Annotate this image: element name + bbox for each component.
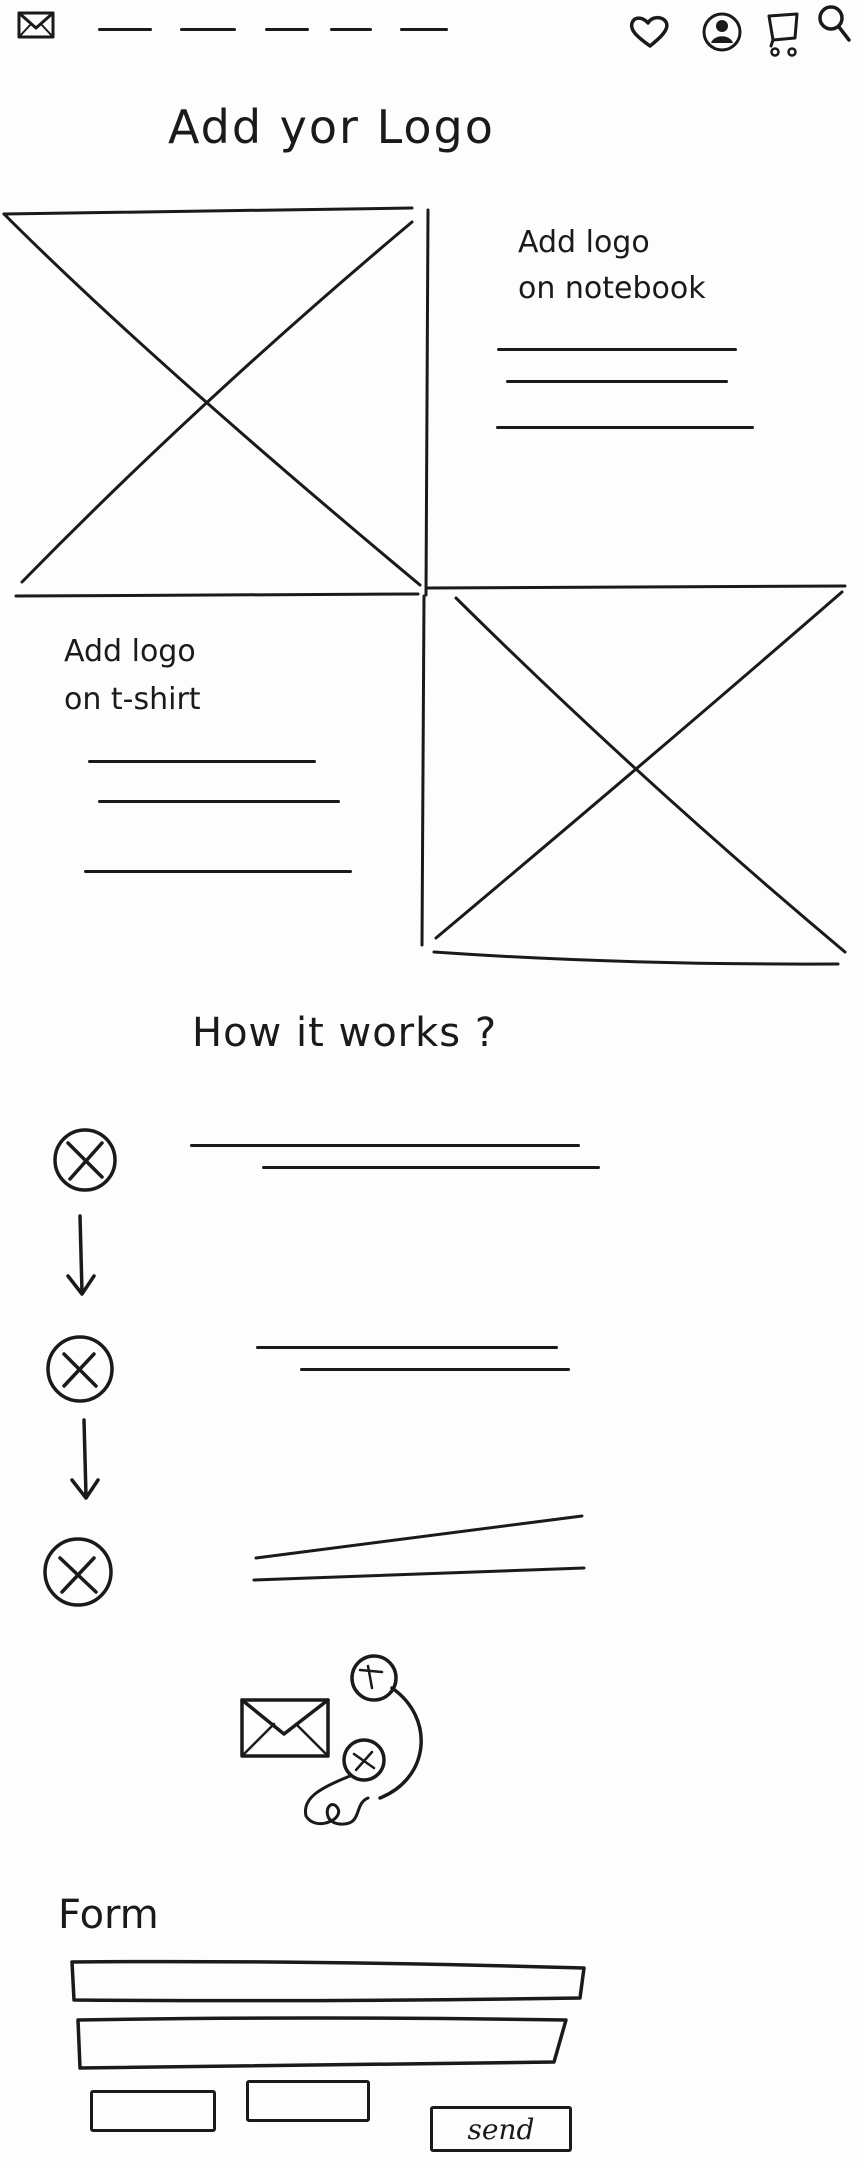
- step-3-text: [252, 1514, 586, 1582]
- form-option-button-1[interactable]: [90, 2090, 216, 2132]
- nav-link-4[interactable]: [330, 28, 372, 31]
- nav-link-2[interactable]: [180, 28, 236, 31]
- notebook-title: Add logo on notebook: [518, 220, 706, 312]
- step-2-text-line-1: [256, 1346, 558, 1349]
- nav-link-3[interactable]: [265, 28, 309, 31]
- notebook-title-line-2: on notebook: [518, 271, 706, 306]
- tshirt-title: Add logo on t-shirt: [64, 628, 201, 724]
- form-field-2[interactable]: [70, 2012, 580, 2076]
- arrow-down-icon: [66, 1214, 96, 1296]
- step-2-icon: [46, 1335, 114, 1403]
- step-1-text-line-1: [190, 1144, 580, 1147]
- tshirt-text-line-3: [84, 870, 352, 873]
- user-icon[interactable]: [700, 10, 744, 54]
- notebook-text-line-3: [496, 426, 754, 429]
- form-field-1[interactable]: [66, 1954, 596, 2014]
- nav-link-5[interactable]: [400, 28, 448, 31]
- tshirt-image-placeholder: [420, 590, 847, 966]
- notebook-image-placeholder: [2, 206, 430, 597]
- tshirt-text-line-2: [98, 800, 340, 803]
- tshirt-text-line-1: [88, 760, 316, 763]
- notebook-text-line-2: [506, 380, 728, 383]
- page-title: Add yor Logo: [168, 100, 495, 154]
- search-icon[interactable]: [815, 2, 855, 46]
- how-it-works-title: How it works ?: [192, 1010, 498, 1056]
- nav-link-1[interactable]: [98, 28, 152, 31]
- step-3-icon: [43, 1537, 113, 1607]
- heart-icon[interactable]: [626, 14, 674, 50]
- notebook-title-line-1: Add logo: [518, 225, 650, 260]
- tshirt-title-line-1: Add logo: [64, 634, 196, 669]
- step-1-icon: [53, 1128, 117, 1192]
- form-title: Form: [58, 1892, 159, 1938]
- cart-icon[interactable]: [765, 10, 803, 58]
- notebook-text-line-1: [497, 348, 737, 351]
- headset-icon[interactable]: [290, 1648, 440, 1838]
- tshirt-title-line-2: on t-shirt: [64, 682, 201, 717]
- send-button[interactable]: send: [430, 2106, 572, 2152]
- arrow-down-icon: [70, 1418, 100, 1500]
- mail-icon[interactable]: [16, 10, 56, 40]
- form-option-button-2[interactable]: [246, 2080, 370, 2122]
- send-button-label: send: [467, 2112, 535, 2146]
- step-2-text-line-2: [300, 1368, 570, 1371]
- step-1-text-line-2: [262, 1166, 600, 1169]
